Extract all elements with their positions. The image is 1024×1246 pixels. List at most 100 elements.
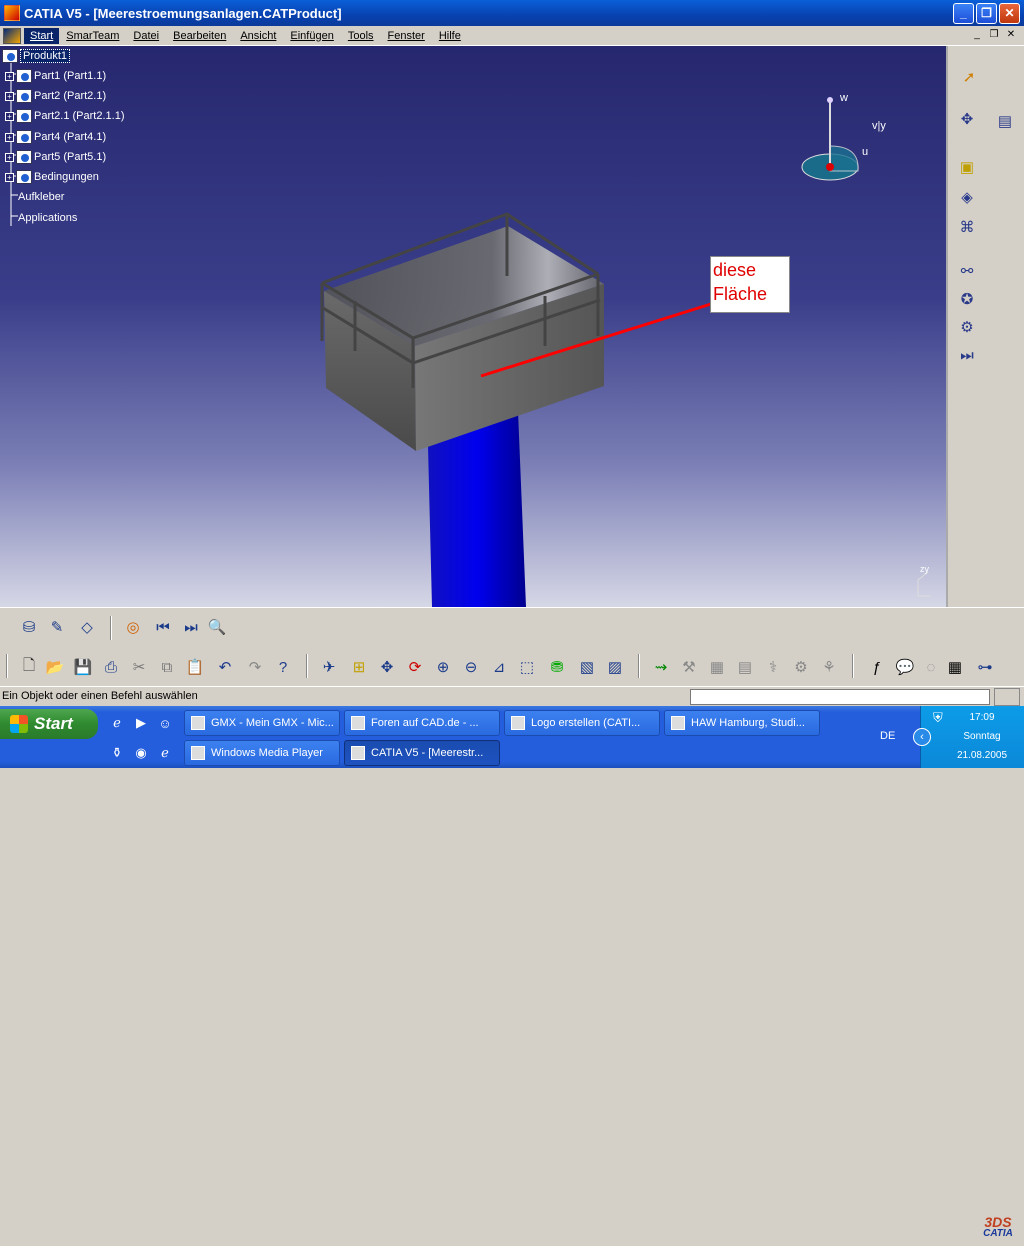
close-button[interactable]: ✕ <box>999 2 1020 24</box>
menu-start[interactable]: Start <box>24 27 60 44</box>
hide-show-icon[interactable]: ▧ <box>576 656 598 678</box>
snap-icon[interactable]: ✪ <box>956 288 978 310</box>
search-icon[interactable]: 🔍 <box>206 616 228 638</box>
product-structure-icon[interactable]: ⛁ <box>18 616 40 638</box>
expand-icon[interactable]: + <box>5 111 14 121</box>
quick-view-icon[interactable]: ⬚ <box>516 656 538 678</box>
rotate-icon[interactable]: ⟳ <box>404 656 426 678</box>
cut-icon[interactable]: ✂ <box>128 656 150 678</box>
ie-quicklaunch-icon[interactable]: ℯ <box>108 714 126 732</box>
explode-icon[interactable]: ⚙ <box>956 316 978 338</box>
select-arrow-icon[interactable]: ➚ <box>958 66 980 88</box>
command-button[interactable] <box>994 688 1020 706</box>
tree-item-bedingungen[interactable]: + Bedingungen <box>5 168 99 186</box>
expand-icon[interactable]: + <box>5 172 14 182</box>
task-windows-media-player[interactable]: Windows Media Player <box>184 740 340 766</box>
3d-scene[interactable] <box>0 46 948 607</box>
redo-icon[interactable]: ↷ <box>244 656 266 678</box>
swap-space-icon[interactable]: ▨ <box>604 656 626 678</box>
tree-item-part1[interactable]: + Part1 (Part1.1) <box>5 67 106 85</box>
tree-item-aufkleber[interactable]: Aufkleber <box>18 188 64 206</box>
media-quicklaunch-icon[interactable]: ▶ <box>132 714 150 732</box>
tool-icon[interactable]: ⚘ <box>818 656 840 678</box>
menu-fenster[interactable]: Fenster <box>381 30 432 42</box>
forward-icon[interactable]: ⏭ <box>180 616 202 638</box>
save-icon[interactable]: 💾 <box>72 656 94 678</box>
menu-hilfe[interactable]: Hilfe <box>432 30 468 42</box>
measure-icon[interactable]: ◇ <box>76 616 98 638</box>
restore-button[interactable]: ❐ <box>976 2 997 24</box>
tray-collapse-icon[interactable]: ‹ <box>913 728 931 746</box>
target-icon[interactable]: ◎ <box>122 616 144 638</box>
formula-icon[interactable]: ƒ <box>866 656 888 678</box>
command-input[interactable] <box>690 689 990 705</box>
quicklaunch-icon[interactable]: ⚱ <box>108 744 126 762</box>
catalog-icon[interactable]: ▤ <box>994 110 1016 132</box>
start-button[interactable]: Start <box>0 709 98 739</box>
copy-icon[interactable]: ⧉ <box>156 656 178 678</box>
tree-item-applications[interactable]: Applications <box>18 209 77 227</box>
doc-minimize-button[interactable]: _ <box>970 29 984 42</box>
3d-viewport[interactable]: w v|y u zy diese Fläche Produkt1 + Part1… <box>0 46 948 607</box>
tool-icon[interactable]: ▤ <box>734 656 756 678</box>
tool-icon[interactable]: ⚒ <box>678 656 700 678</box>
new-component-icon[interactable]: ▣ <box>956 156 978 178</box>
tree-item-part2[interactable]: + Part2 (Part2.1) <box>5 87 106 105</box>
task-logo-erstellen[interactable]: Logo erstellen (CATI... <box>504 710 660 736</box>
zoom-in-icon[interactable]: ⊕ <box>432 656 454 678</box>
expand-icon[interactable]: + <box>5 152 14 162</box>
update-icon[interactable]: ✎ <box>46 616 68 638</box>
menu-tools[interactable]: Tools <box>341 30 381 42</box>
compass-icon[interactable] <box>801 97 859 181</box>
tool-icon[interactable]: ▦ <box>706 656 728 678</box>
manipulation-icon[interactable]: ✥ <box>956 108 978 130</box>
comment-icon[interactable]: 💬 <box>894 656 916 678</box>
expand-icon[interactable]: + <box>5 91 14 101</box>
constraint-icon[interactable]: ⚯ <box>956 260 978 282</box>
new-file-icon[interactable]: 🗋 <box>18 656 40 678</box>
tree-item-part5[interactable]: + Part5 (Part5.1) <box>5 148 106 166</box>
expand-icon[interactable]: + <box>5 132 14 142</box>
ie-quicklaunch-icon[interactable]: ℯ <box>156 744 174 762</box>
normal-view-icon[interactable]: ⊿ <box>488 656 510 678</box>
zoom-out-icon[interactable]: ⊖ <box>460 656 482 678</box>
insert-part-icon[interactable]: ◈ <box>956 186 978 208</box>
task-catia[interactable]: CATIA V5 - [Meerestr... <box>344 740 500 766</box>
tool-icon[interactable]: ⚙ <box>790 656 812 678</box>
tree-icon[interactable]: ⊶ <box>974 656 996 678</box>
shading-icon[interactable]: ⛃ <box>546 656 568 678</box>
quicklaunch-icon[interactable]: ◉ <box>132 744 150 762</box>
doc-restore-button[interactable]: ❐ <box>987 29 1001 42</box>
annotation-box[interactable]: diese Fläche <box>710 256 790 313</box>
clock-time[interactable]: 17:09 <box>939 712 1024 723</box>
scene-camera-icon[interactable]: ⌘ <box>956 216 978 238</box>
tool-icon[interactable]: ⚕ <box>762 656 784 678</box>
analysis-icon[interactable]: ⇝ <box>650 656 672 678</box>
tree-item-part4[interactable]: + Part4 (Part4.1) <box>5 128 106 146</box>
simulation-icon[interactable]: ⏭ <box>956 344 978 366</box>
menu-einfuegen[interactable]: Einfügen <box>283 30 340 42</box>
title-bar[interactable]: CATIA V5 - [Meerestroemungsanlagen.CATPr… <box>0 0 1024 26</box>
knowledge-icon[interactable]: ◌ <box>920 656 942 678</box>
menu-smarteam[interactable]: SmarTeam <box>59 30 126 42</box>
menu-ansicht[interactable]: Ansicht <box>233 30 283 42</box>
print-icon[interactable]: ⎙ <box>100 656 122 678</box>
language-indicator[interactable]: DE <box>880 730 895 742</box>
task-cad-forum[interactable]: Foren auf CAD.de - ... <box>344 710 500 736</box>
catia-app-icon[interactable] <box>4 5 20 21</box>
help-icon[interactable]: ? <box>272 656 294 678</box>
task-haw-hamburg[interactable]: HAW Hamburg, Studi... <box>664 710 820 736</box>
fit-all-icon[interactable]: ⊞ <box>348 656 370 678</box>
catia-menu-logo-icon[interactable] <box>3 27 21 44</box>
doc-close-button[interactable]: ✕ <box>1004 29 1018 42</box>
menu-bearbeiten[interactable]: Bearbeiten <box>166 30 233 42</box>
pan-icon[interactable]: ✥ <box>376 656 398 678</box>
paste-icon[interactable]: 📋 <box>184 656 206 678</box>
table-icon[interactable]: ▦ <box>944 656 966 678</box>
minimize-button[interactable]: _ <box>953 2 974 24</box>
open-folder-icon[interactable]: 📂 <box>44 656 66 678</box>
fly-mode-icon[interactable]: ✈ <box>318 656 340 678</box>
menu-datei[interactable]: Datei <box>126 30 166 42</box>
expand-icon[interactable]: + <box>5 71 14 81</box>
tree-item-part2-1[interactable]: + Part2.1 (Part2.1.1) <box>5 107 125 125</box>
